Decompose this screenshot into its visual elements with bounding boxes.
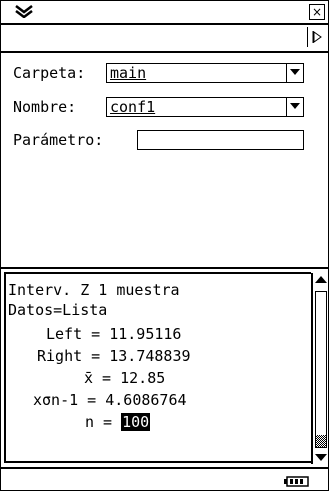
result-value: 13.748839 [109,347,191,365]
folder-row: Carpeta: main [13,62,318,84]
result-label: Left [46,325,83,343]
name-row: Nombre: conf1 [13,96,318,118]
battery-icon [284,476,309,487]
result-label: n [85,413,95,431]
result-title: Interv. Z 1 muestra [8,281,180,299]
param-row: Parámetro: [13,129,318,151]
scroll-track[interactable] [315,291,327,448]
result-value: 4.6086764 [105,391,187,409]
chevron-down-icon [290,103,300,109]
folder-dropdown-button[interactable] [286,64,303,82]
scroll-thumb[interactable] [316,435,326,447]
result-row-right: Right = 13.748839 [37,347,191,365]
chevron-down-double-icon[interactable] [13,4,35,18]
param-label: Parámetro: [13,131,104,149]
result-label: xσn-1 [33,391,79,409]
name-label: Nombre: [13,98,77,116]
result-label: Right [37,347,83,365]
wizard-panel: Carpeta: main Nombre: conf1 Parámetro: [1,53,328,269]
name-dropdown-button[interactable] [286,98,303,116]
result-row-n: n = 100 [85,413,151,431]
folder-value: main [110,64,147,82]
title-bar: × [1,1,328,25]
name-select[interactable]: conf1 [106,97,304,117]
folder-select[interactable]: main [106,63,304,83]
toolbar-next-button[interactable] [307,27,326,47]
result-row-left: Left = 11.95116 [46,325,182,343]
result-data-line: Datos=Lista [8,301,108,319]
result-value-selected[interactable]: 100 [121,413,151,431]
scroll-up-icon[interactable] [313,273,329,287]
toolbar [1,25,328,53]
app-window: × Carpeta: main Nombre: conf1 Parámetro:… [0,0,329,491]
result-label: x̄ [84,369,94,387]
result-value: 11.95116 [109,325,182,343]
result-row-stdev: xσn-1 = 4.6086764 [33,391,187,409]
status-bar [1,467,328,492]
result-row-mean: x̄ = 12.85 [84,369,166,387]
result-output: Interv. Z 1 muestra Datos=Lista Left = 1… [1,269,328,466]
result-value: 12.85 [120,369,166,387]
result-scrollbar[interactable] [311,273,329,464]
param-input[interactable] [137,130,304,150]
chevron-down-icon [290,69,300,75]
close-icon[interactable]: × [309,4,325,20]
name-value: conf1 [110,98,156,116]
triangle-right-icon [312,31,322,43]
result-box: Interv. Z 1 muestra Datos=Lista Left = 1… [4,272,311,463]
scroll-down-icon[interactable] [313,450,329,464]
folder-label: Carpeta: [13,64,86,82]
